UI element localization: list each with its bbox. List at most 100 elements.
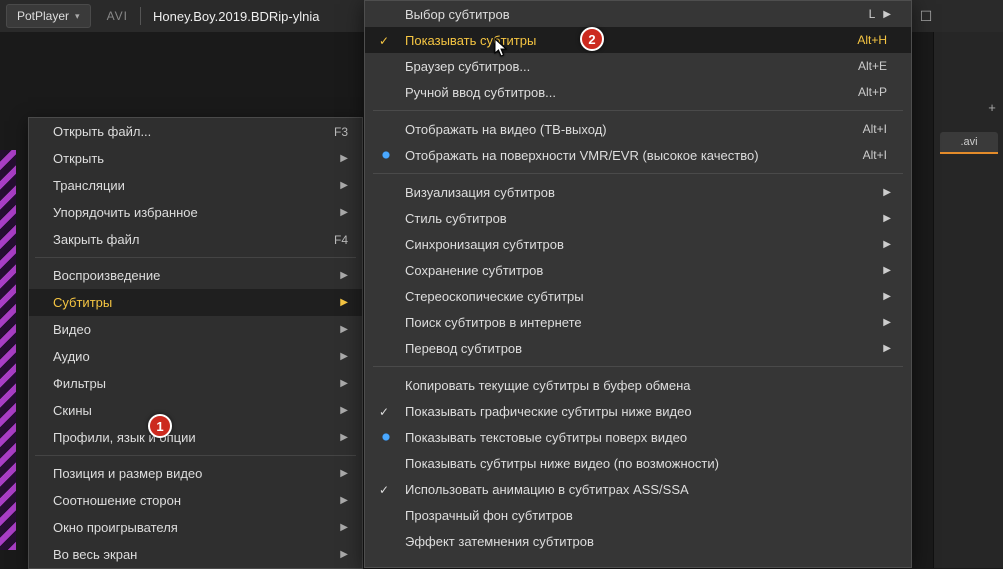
menu-item[interactable]: Скины▶ (29, 397, 362, 424)
menu-item[interactable]: Позиция и размер видео▶ (29, 460, 362, 487)
submenu-item[interactable]: Использовать анимацию в субтитрах ASS/SS… (365, 476, 911, 502)
menu-item[interactable]: Во весь экран▶ (29, 541, 362, 568)
menu-item[interactable]: Видео▶ (29, 316, 362, 343)
menu-item[interactable]: Упорядочить избранное▶ (29, 199, 362, 226)
submenu-item[interactable]: Показывать текстовые субтитры поверх вид… (365, 424, 911, 450)
submenu-item-label: Отображать на видео (ТВ-выход) (405, 122, 863, 137)
submenu-item-label: Перевод субтитров (405, 341, 879, 356)
menu-item[interactable]: Воспроизведение▶ (29, 262, 362, 289)
submenu-item[interactable]: Синхронизация субтитров▶ (365, 231, 911, 257)
submenu-item[interactable]: Показывать субтитрыAlt+H (365, 27, 911, 53)
submenu-item[interactable]: Прозрачный фон субтитров (365, 502, 911, 528)
submenu-item-label: Эффект затемнения субтитров (405, 534, 891, 549)
submenu-arrow-icon: ▶ (883, 317, 891, 328)
cursor-icon (494, 38, 508, 58)
check-icon (379, 482, 393, 496)
menu-item-label: Закрыть файл (53, 232, 334, 247)
check-icon (379, 33, 393, 47)
submenu-arrow-icon: ▶ (340, 270, 348, 281)
menu-item[interactable]: Фильтры▶ (29, 370, 362, 397)
menu-item-label: Субтитры (53, 295, 340, 310)
submenu-arrow-icon: ▶ (340, 153, 348, 164)
file-title: Honey.Boy.2019.BDRip-ylnia (153, 9, 319, 24)
playlist-tab[interactable]: .avi (940, 132, 998, 154)
submenu-item-label: Выбор субтитров (405, 7, 869, 22)
submenu-item[interactable]: Сохранение субтитров▶ (365, 257, 911, 283)
menu-item-label: Открыть файл... (53, 124, 334, 139)
menu-item[interactable]: Открыть файл...F3 (29, 118, 362, 145)
menu-separator (35, 257, 356, 258)
submenu-item-shortcut: Alt+E (858, 59, 887, 73)
submenu-item-label: Отображать на поверхности VMR/EVR (высок… (405, 148, 863, 163)
add-tab-button[interactable]: + (983, 100, 1001, 115)
submenu-arrow-icon: ▶ (340, 378, 348, 389)
menu-separator (373, 366, 903, 367)
menu-item-label: Видео (53, 322, 340, 337)
artwork-stripe (0, 150, 16, 550)
submenu-item[interactable]: Ручной ввод субтитров...Alt+P (365, 79, 911, 105)
submenu-item[interactable]: Эффект затемнения субтитров (365, 528, 911, 554)
submenu-item-label: Использовать анимацию в субтитрах ASS/SS… (405, 482, 891, 497)
submenu-item[interactable]: Копировать текущие субтитры в буфер обме… (365, 372, 911, 398)
menu-item[interactable]: Окно проигрывателя▶ (29, 514, 362, 541)
submenu-arrow-icon: ▶ (340, 432, 348, 443)
submenu-item-label: Показывать графические субтитры ниже вид… (405, 404, 891, 419)
radio-icon (381, 432, 391, 442)
submenu-item[interactable]: Поиск субтитров в интернете ▶ (365, 309, 911, 335)
submenu-item-label: Показывать субтитры (405, 33, 857, 48)
submenu-arrow-icon: ▶ (340, 324, 348, 335)
main-context-menu: Открыть файл...F3Открыть▶Трансляции▶Упор… (28, 117, 363, 569)
menu-item[interactable]: Закрыть файлF4 (29, 226, 362, 253)
submenu-item-shortcut: L (869, 7, 876, 21)
submenu-item-label: Показывать субтитры ниже видео (по возмо… (405, 456, 891, 471)
menu-item[interactable]: Профили, язык и опции▶ (29, 424, 362, 451)
maximize-button[interactable]: ☐ (911, 0, 941, 32)
submenu-item-label: Поиск субтитров в интернете (405, 315, 879, 330)
right-tab-strip: + .avi (933, 32, 1003, 568)
submenu-item[interactable]: Отображать на видео (ТВ-выход)Alt+I (365, 116, 911, 142)
submenu-item[interactable]: Отображать на поверхности VMR/EVR (высок… (365, 142, 911, 168)
menu-item[interactable]: Трансляции▶ (29, 172, 362, 199)
menu-item-label: Аудио (53, 349, 340, 364)
submenu-item[interactable]: Показывать графические субтитры ниже вид… (365, 398, 911, 424)
menu-item[interactable]: Субтитры▶ (29, 289, 362, 316)
radio-icon (381, 150, 391, 160)
submenu-arrow-icon: ▶ (340, 495, 348, 506)
submenu-item-shortcut: Alt+I (863, 148, 887, 162)
check-icon (379, 404, 393, 418)
submenu-item[interactable]: Показывать субтитры ниже видео (по возмо… (365, 450, 911, 476)
menu-item-label: Профили, язык и опции (53, 430, 340, 445)
submenu-arrow-icon: ▶ (340, 405, 348, 416)
submenu-arrow-icon: ▶ (340, 468, 348, 479)
submenu-item-shortcut: Alt+I (863, 122, 887, 136)
subtitles-submenu: Выбор субтитровL▶Показывать субтитрыAlt+… (364, 0, 912, 568)
submenu-arrow-icon: ▶ (883, 265, 891, 276)
submenu-item-label: Показывать текстовые субтитры поверх вид… (405, 430, 891, 445)
submenu-item[interactable]: Стиль субтитров▶ (365, 205, 911, 231)
submenu-arrow-icon: ▶ (883, 291, 891, 302)
menu-item[interactable]: Аудио▶ (29, 343, 362, 370)
menu-item-label: Окно проигрывателя (53, 520, 340, 535)
submenu-item-label: Копировать текущие субтитры в буфер обме… (405, 378, 891, 393)
chevron-down-icon: ▾ (75, 11, 80, 22)
callout-badge-1: 1 (148, 414, 172, 438)
menu-separator (373, 110, 903, 111)
app-name: PotPlayer (17, 9, 69, 23)
submenu-item[interactable]: Визуализация субтитров▶ (365, 179, 911, 205)
menu-item-label: Трансляции (53, 178, 340, 193)
submenu-arrow-icon: ▶ (883, 213, 891, 224)
menu-separator (35, 455, 356, 456)
menu-item[interactable]: Соотношение сторон▶ (29, 487, 362, 514)
submenu-item[interactable]: Браузер субтитров...Alt+E (365, 53, 911, 79)
submenu-item[interactable]: Перевод субтитров▶ (365, 335, 911, 361)
menu-item-label: Воспроизведение (53, 268, 340, 283)
submenu-item[interactable]: Выбор субтитровL▶ (365, 1, 911, 27)
menu-item-label: Скины (53, 403, 340, 418)
menu-item-shortcut: F3 (334, 125, 348, 139)
app-name-combo[interactable]: PotPlayer ▾ (6, 4, 91, 28)
submenu-arrow-icon: ▶ (340, 549, 348, 560)
submenu-item[interactable]: Стереоскопические субтитры▶ (365, 283, 911, 309)
submenu-item-label: Визуализация субтитров (405, 185, 879, 200)
menu-item[interactable]: Открыть▶ (29, 145, 362, 172)
submenu-item-label: Браузер субтитров... (405, 59, 858, 74)
